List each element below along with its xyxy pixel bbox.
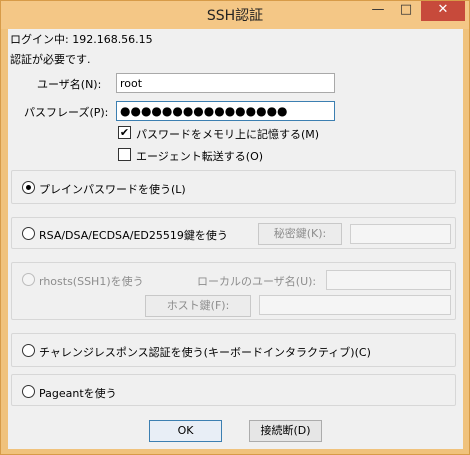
remember-password-label[interactable]: パスワードをメモリ上に記憶する(M)	[136, 126, 319, 142]
rsa-key-group: RSA/DSA/ECDSA/ED25519鍵を使う 秘密鍵(K):	[11, 217, 456, 249]
auth-required-text: 認証が必要です.	[10, 53, 91, 66]
challenge-response-group: チャレンジレスポンス認証を使う(キーボードインタラクティブ)(C)	[11, 333, 456, 367]
dialog-client-area: ログイン中: 192.168.56.15 認証が必要です. ユーザ名(N): パ…	[8, 29, 463, 449]
plain-password-label[interactable]: プレインパスワードを使う(L)	[39, 181, 186, 197]
plain-password-group: プレインパスワードを使う(L)	[11, 170, 456, 204]
username-label: ユーザ名(N):	[37, 78, 102, 91]
agent-forward-label[interactable]: エージェント転送する(O)	[136, 148, 263, 164]
rhosts-label: rhosts(SSH1)を使う	[39, 275, 144, 288]
disconnect-button[interactable]: 接続断(D)	[249, 420, 322, 442]
ok-button[interactable]: OK	[149, 420, 222, 442]
pageant-label[interactable]: Pageantを使う	[39, 385, 117, 401]
close-button[interactable]: ✕	[421, 1, 465, 21]
local-user-label: ローカルのユーザ名(U):	[197, 275, 317, 288]
minimize-button[interactable]: —	[365, 1, 391, 21]
private-key-field[interactable]	[350, 224, 451, 244]
rhosts-group: rhosts(SSH1)を使う ローカルのユーザ名(U): ホスト鍵(F):	[11, 262, 456, 320]
passphrase-label: パスフレーズ(P):	[24, 106, 109, 119]
title-bar[interactable]: SSH認証 — □ ✕	[1, 1, 469, 29]
maximize-button[interactable]: □	[393, 1, 419, 21]
private-key-button[interactable]: 秘密鍵(K):	[258, 223, 342, 245]
remember-password-checkbox[interactable]: ✔	[118, 126, 131, 139]
host-key-field[interactable]	[259, 295, 451, 315]
ssh-auth-window: SSH認証 — □ ✕ ログイン中: 192.168.56.15 認証が必要です…	[0, 0, 470, 455]
pageant-radio[interactable]	[22, 385, 35, 398]
local-user-field[interactable]	[326, 270, 451, 290]
pageant-group: Pageantを使う	[11, 374, 456, 406]
challenge-response-label[interactable]: チャレンジレスポンス認証を使う(キーボードインタラクティブ)(C)	[39, 344, 371, 360]
agent-forward-checkbox[interactable]	[118, 148, 131, 161]
login-status-text: ログイン中: 192.168.56.15	[10, 33, 153, 46]
challenge-response-radio[interactable]	[22, 344, 35, 357]
username-input[interactable]	[116, 73, 335, 93]
rsa-key-radio[interactable]	[22, 227, 35, 240]
host-key-button[interactable]: ホスト鍵(F):	[145, 295, 251, 317]
rsa-key-label[interactable]: RSA/DSA/ECDSA/ED25519鍵を使う	[39, 227, 228, 243]
rhosts-radio[interactable]	[22, 273, 35, 286]
plain-password-radio[interactable]	[22, 181, 35, 194]
passphrase-input[interactable]: ●●●●●●●●●●●●●●●●	[116, 101, 335, 121]
